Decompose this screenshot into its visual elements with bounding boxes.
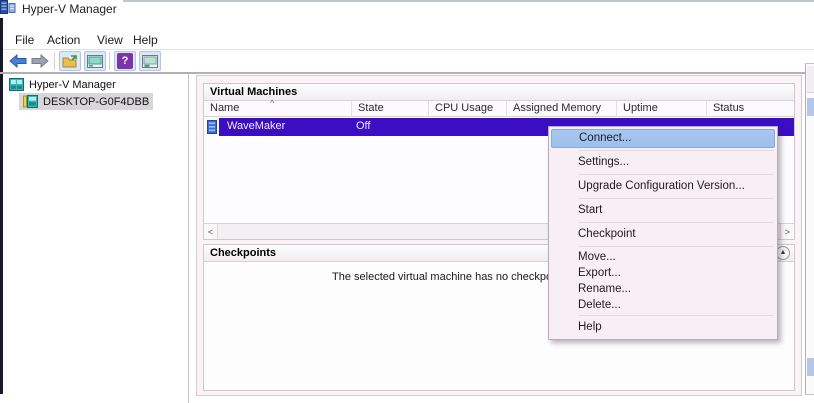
context-menu-rename[interactable]: Rename... xyxy=(550,281,776,297)
menu-file[interactable]: File xyxy=(11,31,38,49)
console-tree-sidebar: Hyper-V Manager DESKTOP-G0F4DBB xyxy=(3,74,189,403)
menu-help[interactable]: Help xyxy=(129,31,162,49)
menu-separator xyxy=(578,174,774,175)
sort-asc-icon: ^ xyxy=(270,98,274,108)
column-header-status[interactable]: Status xyxy=(707,101,794,117)
sidebar-root-label: Hyper-V Manager xyxy=(29,79,116,91)
context-menu-delete[interactable]: Delete... xyxy=(550,297,776,313)
actions-pane-sliver xyxy=(805,63,814,395)
vm-table-header: Name ^ State CPU Usage Assigned Memory U… xyxy=(204,101,794,117)
toolbar-separator xyxy=(54,52,55,70)
column-header-cpu[interactable]: CPU Usage xyxy=(429,101,507,117)
menu-separator xyxy=(578,198,774,199)
column-header-memory[interactable]: Assigned Memory xyxy=(507,101,617,117)
column-header-state[interactable]: State xyxy=(352,101,429,117)
title-bar: Hyper-V Manager xyxy=(0,0,123,18)
menu-action[interactable]: Action xyxy=(43,31,84,49)
vm-context-menu: Connect... Settings... Upgrade Configura… xyxy=(548,126,778,340)
column-header-uptime[interactable]: Uptime xyxy=(617,101,707,117)
context-menu-upgrade-configuration-version[interactable]: Upgrade Configuration Version... xyxy=(550,177,776,196)
host-server-icon xyxy=(23,95,38,108)
vm-icon xyxy=(207,120,217,137)
vm-name-cell: WaveMaker xyxy=(227,120,285,132)
hyperv-manager-window: Hyper-V Manager File Action View Help xyxy=(0,0,814,403)
checkpoints-title: Checkpoints xyxy=(210,247,276,259)
window-title: Hyper-V Manager xyxy=(22,2,117,16)
window-icon xyxy=(142,55,158,68)
sidebar-item-hyperv-manager[interactable]: Hyper-V Manager xyxy=(5,76,120,93)
show-window-button[interactable] xyxy=(139,51,161,71)
help-icon: ? xyxy=(117,53,133,69)
sidebar-item-host[interactable]: DESKTOP-G0F4DBB xyxy=(19,93,153,110)
context-menu-start[interactable]: Start xyxy=(550,201,776,220)
no-checkpoints-message: The selected virtual machine has no chec… xyxy=(332,271,572,283)
collapse-section-button[interactable]: ▲ xyxy=(776,246,790,260)
context-menu-help[interactable]: Help xyxy=(550,318,776,337)
console-window-icon xyxy=(87,55,103,68)
back-arrow-icon xyxy=(9,54,27,68)
hyperv-logo-icon xyxy=(0,0,16,18)
console-window-button[interactable] xyxy=(84,51,106,71)
vm-state-cell: Off xyxy=(356,120,370,132)
hyperv-manager-icon xyxy=(9,78,24,91)
open-folder-button[interactable] xyxy=(59,51,81,71)
actions-pane-header xyxy=(807,66,814,93)
menu-separator xyxy=(578,246,774,247)
context-menu-connect[interactable]: Connect... xyxy=(551,129,775,148)
menu-bar: File Action View Help xyxy=(3,28,814,50)
menu-view[interactable]: View xyxy=(93,31,127,49)
toolbar: ? xyxy=(3,51,814,72)
actions-pane-item-highlight xyxy=(807,98,814,116)
virtual-machines-title: Virtual Machines xyxy=(204,84,794,101)
sidebar-host-label: DESKTOP-G0F4DBB xyxy=(43,96,149,108)
context-menu-checkpoint[interactable]: Checkpoint xyxy=(550,225,776,244)
menu-separator xyxy=(578,222,774,223)
scroll-left-button[interactable]: < xyxy=(204,224,218,239)
toolbar-separator xyxy=(109,52,110,70)
menu-separator xyxy=(578,315,774,316)
context-menu-move[interactable]: Move... xyxy=(550,249,776,265)
menu-separator xyxy=(578,150,774,151)
actions-pane-item-highlight xyxy=(807,358,814,376)
help-button[interactable]: ? xyxy=(114,51,136,71)
column-header-name[interactable]: Name xyxy=(204,101,352,117)
context-menu-settings[interactable]: Settings... xyxy=(550,153,776,172)
folder-icon xyxy=(62,55,78,68)
forward-arrow-icon xyxy=(31,54,49,68)
forward-button[interactable] xyxy=(30,51,50,71)
scroll-right-button[interactable]: > xyxy=(780,224,794,239)
back-button[interactable] xyxy=(8,51,28,71)
context-menu-export[interactable]: Export... xyxy=(550,265,776,281)
